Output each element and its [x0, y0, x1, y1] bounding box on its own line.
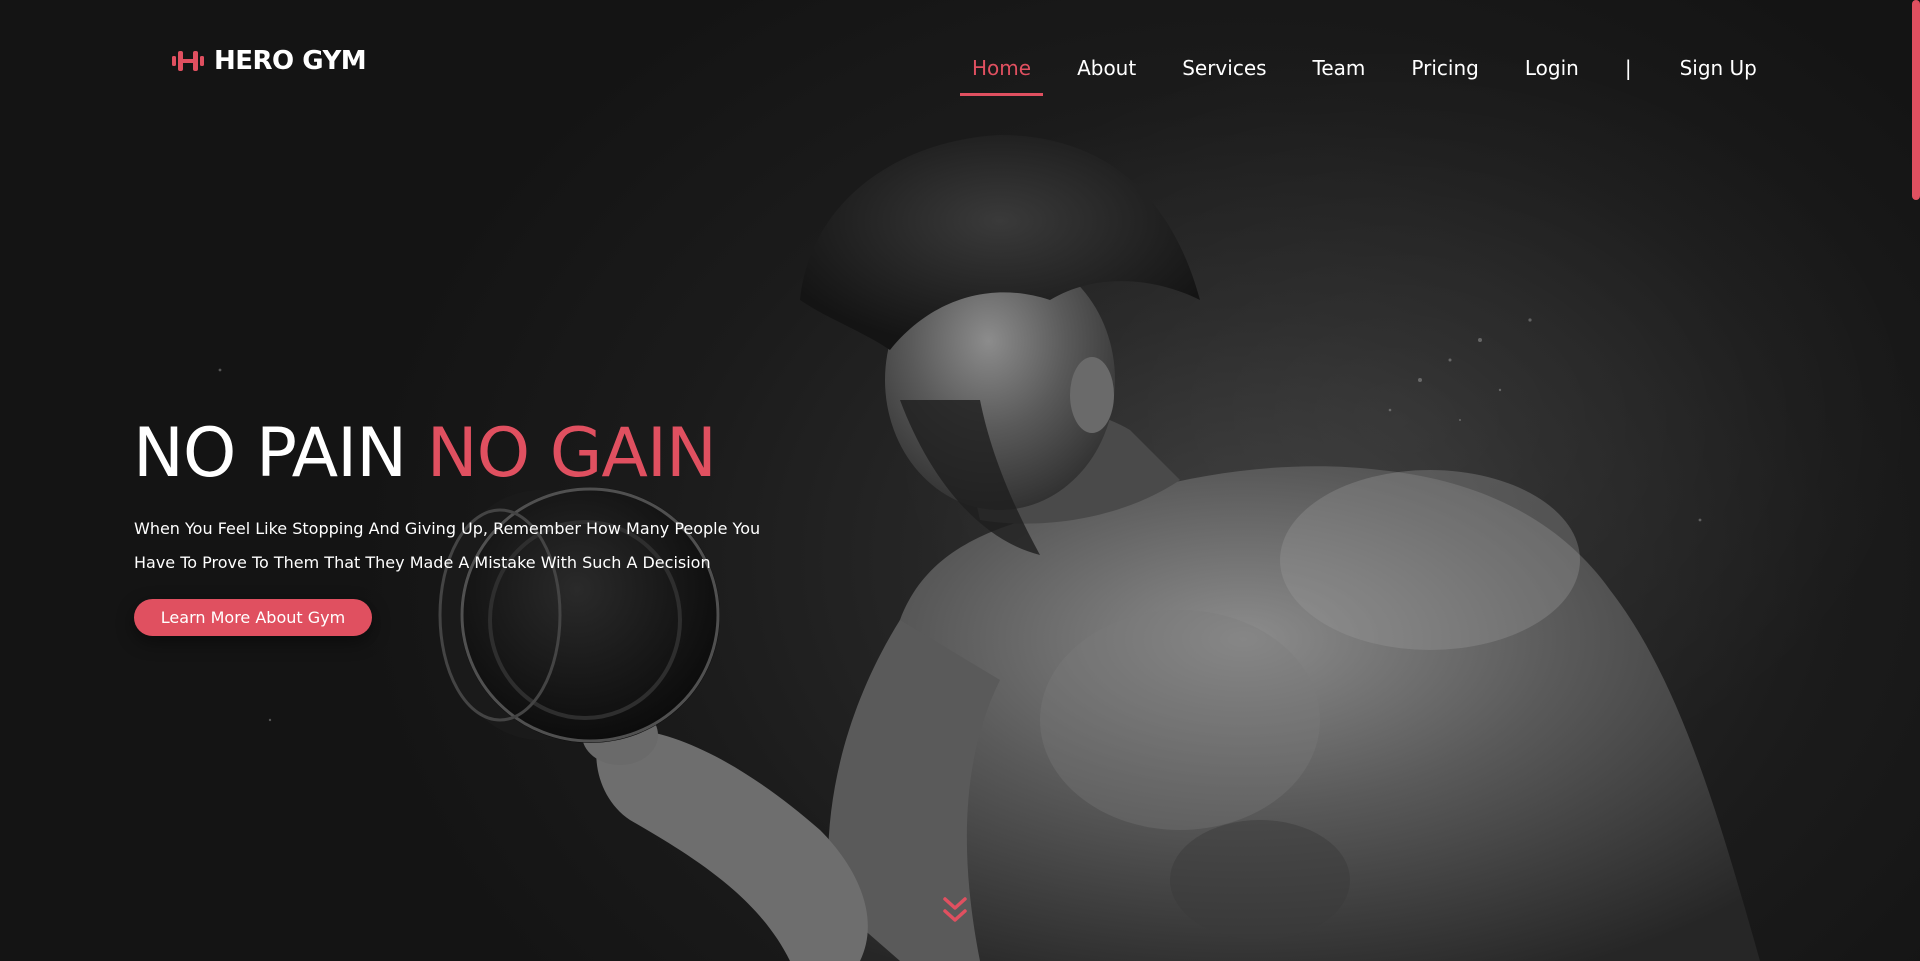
- brand-name: HERO GYM: [214, 46, 367, 76]
- nav-link-pricing[interactable]: Pricing: [1399, 52, 1490, 96]
- nav-separator: |: [1624, 56, 1632, 80]
- nav-link-services[interactable]: Services: [1170, 52, 1278, 96]
- navbar: HERO GYM Home About Services Team Pricin…: [0, 0, 1920, 134]
- nav-link-about[interactable]: About: [1065, 52, 1148, 96]
- nav-link-signup[interactable]: Sign Up: [1668, 52, 1769, 96]
- hero-title: NO PAIN NO GAIN: [133, 414, 717, 493]
- learn-more-button[interactable]: Learn More About Gym: [134, 599, 372, 636]
- dumbbell-icon: [172, 51, 204, 71]
- nav-link-home[interactable]: Home: [960, 52, 1044, 96]
- double-chevron-down-icon[interactable]: [942, 895, 968, 925]
- hero-title-white: NO PAIN: [133, 414, 427, 493]
- hero-title-accent: NO GAIN: [426, 414, 717, 493]
- scrollbar-thumb[interactable]: [1912, 0, 1920, 200]
- hero-subtitle-line1: When You Feel Like Stopping And Giving U…: [134, 519, 761, 538]
- nav-link-login[interactable]: Login: [1513, 52, 1591, 96]
- hero-subtitle: When You Feel Like Stopping And Giving U…: [134, 512, 774, 580]
- nav-link-team[interactable]: Team: [1301, 52, 1378, 96]
- hero-section: HERO GYM Home About Services Team Pricin…: [0, 0, 1920, 961]
- hero-subtitle-line2: Have To Prove To Them That They Made A M…: [134, 553, 711, 572]
- brand-logo[interactable]: HERO GYM: [172, 46, 367, 76]
- nav-menu: Home About Services Team Pricing Login |…: [960, 52, 1791, 96]
